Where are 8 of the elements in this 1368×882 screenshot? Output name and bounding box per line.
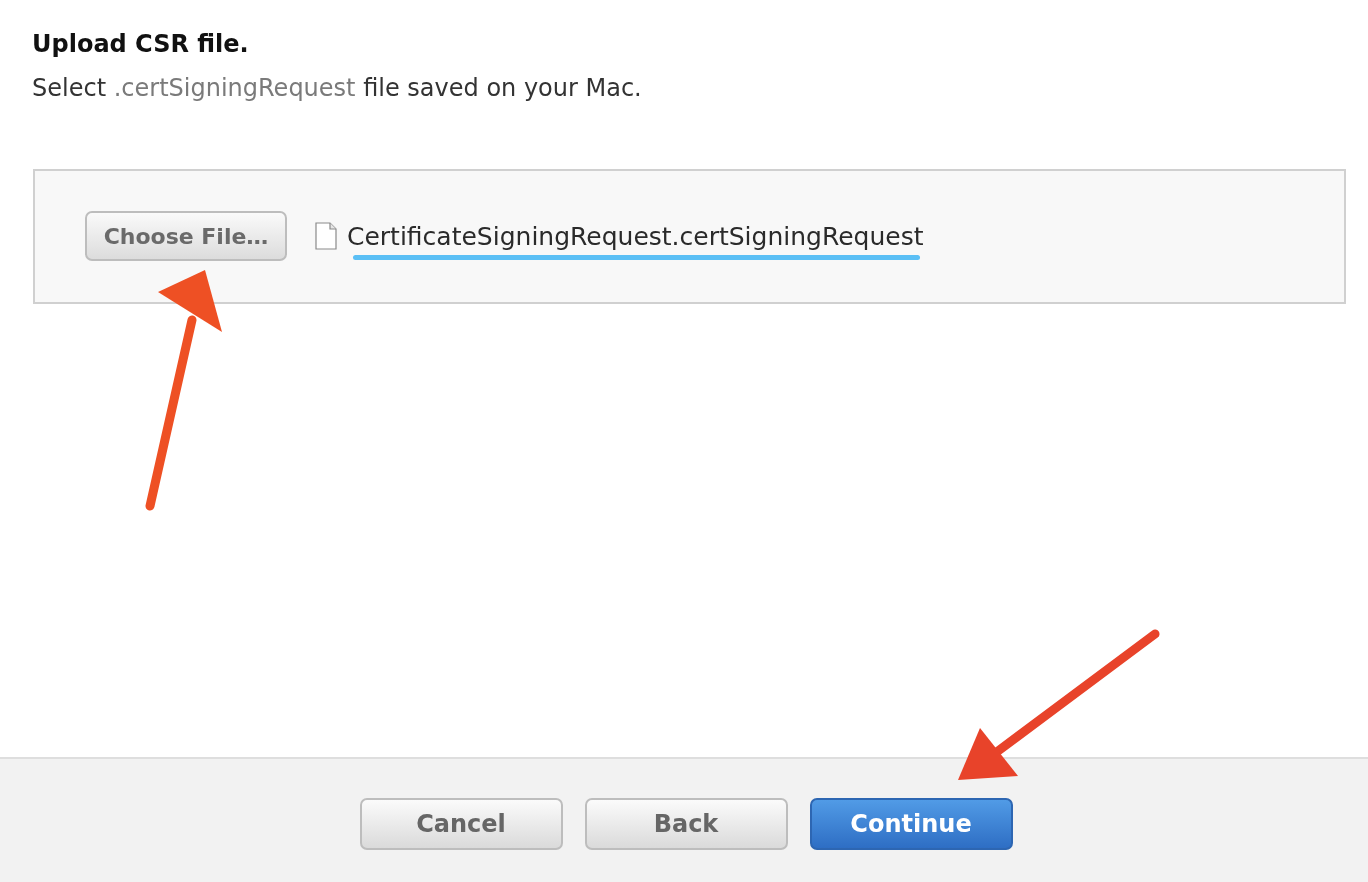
secondary-button[interactable]: Back [584,798,788,850]
file-name: CertificateSigningRequest.certSigningRequest [347,221,924,253]
instruction-text: Select .certSigningRequest file saved on your Mac. [32,73,642,103]
choose-file-button[interactable]: Choose File… [85,211,287,261]
page-title: Upload CSR file. [32,29,249,59]
secondary-button[interactable]: Cancel [359,798,563,850]
document-icon [315,222,337,250]
continue-button[interactable]: Continue [809,798,1013,850]
